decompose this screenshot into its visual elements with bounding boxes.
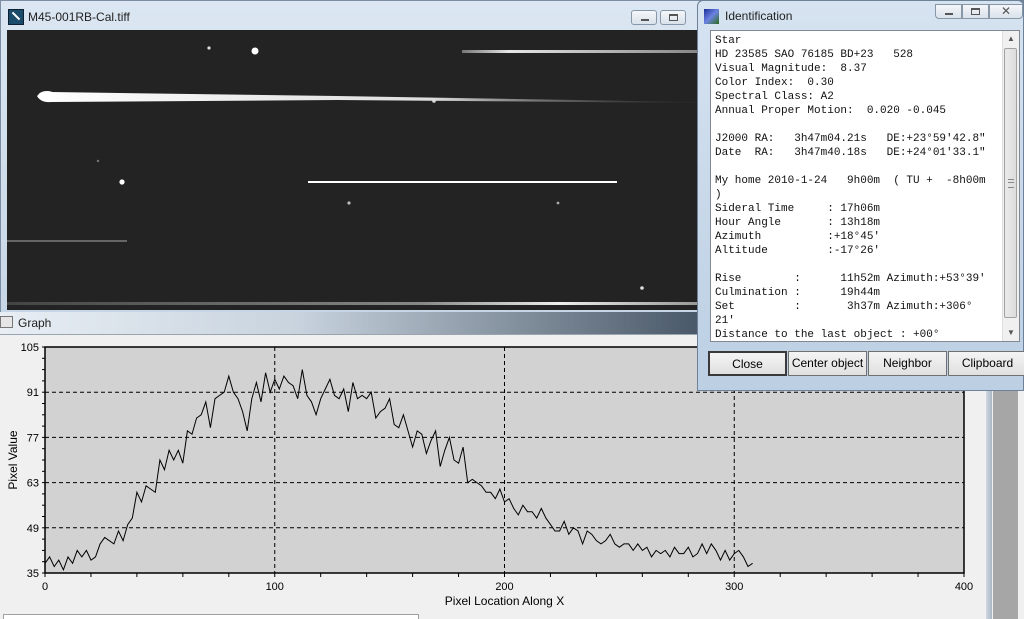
x-tick-label: 0 xyxy=(42,581,48,593)
info-line: Set : 3h37m Azimuth:+306° xyxy=(715,301,973,313)
image-window-title: M45-001RB-Cal.tiff xyxy=(28,10,130,24)
close-button[interactable]: Close xyxy=(708,351,787,376)
info-line: HD 23585 SAO 76185 BD+23 528 xyxy=(715,49,914,61)
star-field-image[interactable] xyxy=(7,30,697,310)
info-line: My home 2010-1-24 9h00m ( TU + -8h00m xyxy=(715,175,986,187)
bright-star-head xyxy=(38,91,56,101)
scrollbar-thumb[interactable] xyxy=(1004,48,1017,318)
background-panel xyxy=(993,390,1018,619)
y-tick-label: 49 xyxy=(27,523,39,535)
bright-star-trail xyxy=(37,91,697,103)
object-info-textbox[interactable]: Star HD 23585 SAO 76185 BD+23 528 Visual M… xyxy=(710,30,1020,342)
minimize-button[interactable] xyxy=(631,10,657,25)
graph-status-field xyxy=(3,614,419,619)
star xyxy=(96,159,100,163)
vertical-scrollbar[interactable]: ▲ ▼ xyxy=(1002,31,1019,341)
clipboard-button[interactable]: Clipboard xyxy=(948,351,1024,376)
star-trail xyxy=(462,50,697,53)
y-tick-label: 77 xyxy=(27,432,39,444)
y-tick-label: 63 xyxy=(27,478,39,490)
app-icon xyxy=(8,9,24,25)
x-axis-label: Pixel Location Along X xyxy=(445,594,564,608)
grip-icon xyxy=(1008,179,1014,188)
x-tick-label: 200 xyxy=(495,581,513,593)
info-line: 21' xyxy=(715,315,735,327)
info-line: Sideral Time : 17h06m xyxy=(715,203,881,215)
scroll-up-icon[interactable]: ▲ xyxy=(1003,31,1019,47)
star xyxy=(556,201,560,205)
star xyxy=(207,46,211,50)
image-window[interactable]: M45-001RB-Cal.tiff xyxy=(0,0,700,315)
object-info-text: Star HD 23585 SAO 76185 BD+23 528 Visual M… xyxy=(711,31,1005,342)
comet-icon xyxy=(704,9,719,24)
y-tick-label: 35 xyxy=(27,568,39,580)
info-line: Rise : 11h52m Azimuth:+53°39' xyxy=(715,273,986,285)
star-field-canvas xyxy=(7,46,697,305)
info-line xyxy=(715,160,1005,174)
star xyxy=(640,286,644,290)
star-trail xyxy=(7,240,127,242)
maximize-button[interactable] xyxy=(962,4,989,19)
star xyxy=(432,99,436,103)
info-line: Culmination : 19h44m xyxy=(715,287,881,299)
minimize-button[interactable] xyxy=(935,4,962,19)
star xyxy=(251,47,259,55)
x-tick-label: 100 xyxy=(266,581,284,593)
center-object-button[interactable]: Center object xyxy=(788,351,867,376)
y-axis-label: Pixel Value xyxy=(6,430,20,489)
close-icon[interactable] xyxy=(989,4,1023,19)
info-line: Altitude :-17°26' xyxy=(715,245,881,257)
info-line: Color Index: 0.30 xyxy=(715,77,834,89)
info-line: Hour Angle : 13h18m xyxy=(715,217,881,229)
scroll-down-icon[interactable]: ▼ xyxy=(1003,325,1019,341)
info-line xyxy=(715,258,1005,272)
image-window-titlebar[interactable]: M45-001RB-Cal.tiff xyxy=(1,1,699,31)
star-trail xyxy=(7,302,697,305)
identification-dialog[interactable]: Identification Star HD 23585 SAO 76185 BD… xyxy=(697,0,1024,391)
window-border xyxy=(986,390,992,619)
y-tick-label: 91 xyxy=(27,387,39,399)
info-line: Azimuth :+18°45' xyxy=(715,231,881,243)
right-panel-edge xyxy=(986,390,1024,619)
maximize-button[interactable] xyxy=(660,10,686,25)
identification-title: Identification xyxy=(725,9,793,23)
info-line: Spectral Class: A2 xyxy=(715,91,834,103)
y-tick-label: 105 xyxy=(21,342,39,354)
x-tick-label: 400 xyxy=(955,581,973,593)
info-line xyxy=(715,118,1005,132)
info-line: Date RA: 3h47m40.18s DE:+24°01'33.1" xyxy=(715,147,986,159)
star xyxy=(347,201,351,205)
star xyxy=(119,179,125,185)
info-line: Visual Magnitude: 8.37 xyxy=(715,63,867,75)
info-line: J2000 RA: 3h47m04.21s DE:+23°59'42.8" xyxy=(715,133,986,145)
neighbor-button[interactable]: Neighbor xyxy=(868,351,947,376)
graph-icon xyxy=(0,316,13,328)
graph-window-title: Graph xyxy=(18,316,52,330)
info-line: Annual Proper Motion: 0.020 -0.045 xyxy=(715,105,947,117)
info-line: Star xyxy=(715,35,742,47)
x-tick-label: 300 xyxy=(725,581,743,593)
info-line: ) xyxy=(715,189,722,201)
info-line: Distance to the last object : +00° xyxy=(715,329,940,341)
